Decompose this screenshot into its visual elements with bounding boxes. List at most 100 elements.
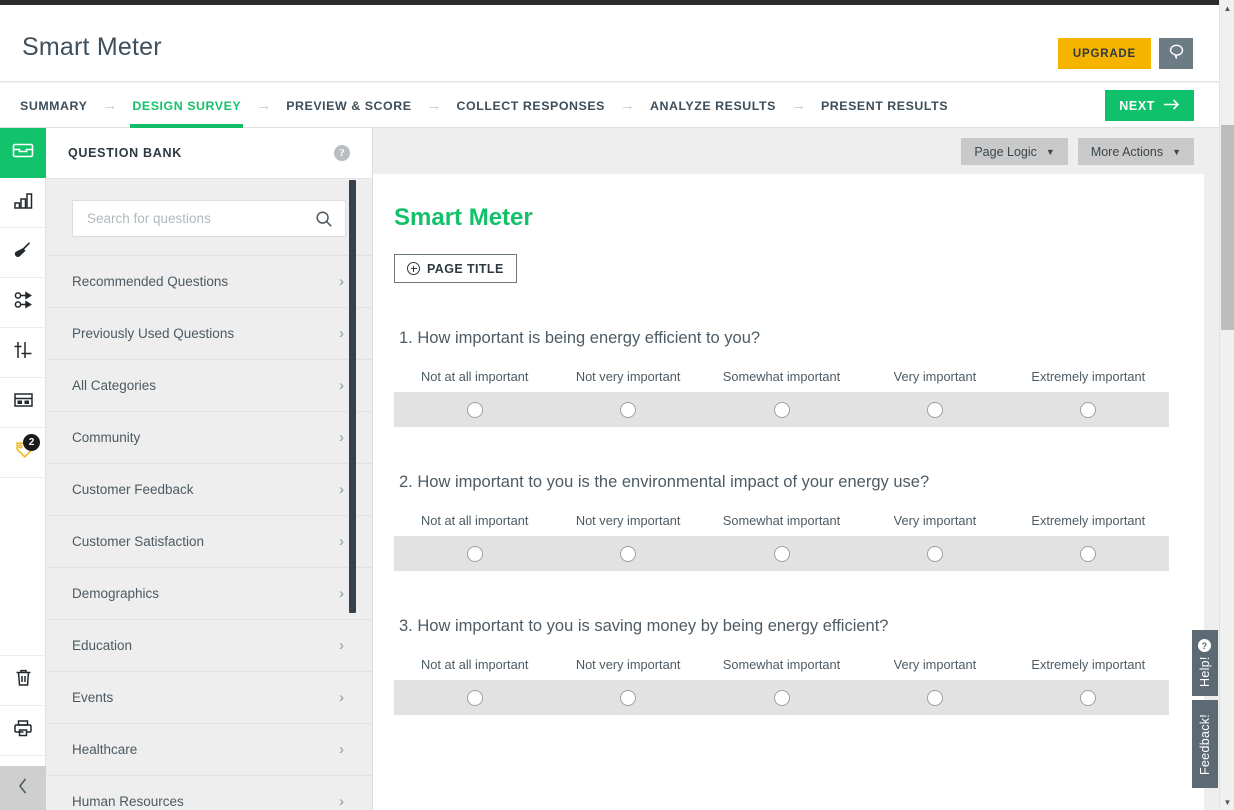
nav-tab-present-results[interactable]: PRESENT RESULTS bbox=[819, 83, 950, 128]
rail-item-logic[interactable] bbox=[0, 278, 46, 328]
category-label: Recommended Questions bbox=[72, 274, 229, 289]
next-button-label: NEXT bbox=[1119, 98, 1155, 113]
category-item-healthcare[interactable]: Healthcare › bbox=[46, 723, 372, 775]
category-item-customer-feedback[interactable]: Customer Feedback › bbox=[46, 463, 372, 515]
nav-tab-analyze-results[interactable]: ANALYZE RESULTS bbox=[648, 83, 778, 128]
search-icon[interactable] bbox=[315, 210, 333, 233]
radio-option[interactable] bbox=[466, 401, 483, 418]
survey-title[interactable]: Smart Meter bbox=[394, 204, 1169, 232]
rail-item-print[interactable] bbox=[0, 706, 46, 756]
question-block-1[interactable]: 1. How important is being energy efficie… bbox=[394, 329, 1169, 427]
scale-cell bbox=[858, 401, 1011, 418]
scale-cell bbox=[551, 401, 704, 418]
category-item-education[interactable]: Education › bbox=[46, 619, 372, 671]
scale-cell bbox=[705, 401, 858, 418]
scale-label: Somewhat important bbox=[722, 513, 841, 528]
radio-option[interactable] bbox=[620, 689, 637, 706]
chat-button[interactable] bbox=[1159, 38, 1193, 69]
rail-item-options[interactable] bbox=[0, 328, 46, 378]
question-body-2: How important to you is the environmenta… bbox=[417, 473, 930, 491]
nav-tab-collect-responses[interactable]: COLLECT RESPONSES bbox=[455, 83, 607, 128]
scale-cell bbox=[858, 689, 1011, 706]
radio-option[interactable] bbox=[620, 401, 637, 418]
chevron-left-icon bbox=[17, 777, 29, 800]
page-scrollbar-thumb[interactable] bbox=[1221, 125, 1234, 330]
chevron-right-icon: › bbox=[339, 637, 344, 654]
rail-item-trash[interactable] bbox=[0, 656, 46, 706]
question-bank-search-wrap bbox=[46, 179, 372, 255]
left-icon-rail: 2 bbox=[0, 128, 46, 810]
header-actions: UPGRADE bbox=[1057, 38, 1193, 69]
rail-item-layout[interactable] bbox=[0, 378, 46, 428]
question-bank-scrollbar-thumb[interactable] bbox=[349, 180, 356, 613]
feedback-tab-label: Feedback! bbox=[1198, 713, 1212, 775]
radio-option[interactable] bbox=[1080, 401, 1097, 418]
category-item-demographics[interactable]: Demographics › bbox=[46, 567, 372, 619]
printer-icon bbox=[13, 719, 33, 743]
category-item-all-categories[interactable]: All Categories › bbox=[46, 359, 372, 411]
tags-badge-count: 2 bbox=[23, 434, 40, 451]
nav-tab-design-survey[interactable]: DESIGN SURVEY bbox=[130, 83, 244, 128]
category-item-customer-satisfaction[interactable]: Customer Satisfaction › bbox=[46, 515, 372, 567]
scale-band-1 bbox=[394, 392, 1169, 427]
radio-option[interactable] bbox=[773, 689, 790, 706]
scale-band-3 bbox=[394, 680, 1169, 715]
rail-item-question-bank[interactable] bbox=[0, 128, 46, 178]
help-question-icon[interactable]: ? bbox=[334, 145, 350, 161]
question-bank-scrollbar[interactable] bbox=[349, 180, 356, 810]
scale-cell bbox=[705, 689, 858, 706]
radio-option[interactable] bbox=[620, 545, 637, 562]
category-item-previously-used-questions[interactable]: Previously Used Questions › bbox=[46, 307, 372, 359]
question-block-3[interactable]: 3. How important to you is saving money … bbox=[394, 617, 1169, 715]
radio-option[interactable] bbox=[466, 689, 483, 706]
next-button[interactable]: NEXT bbox=[1105, 90, 1194, 121]
rail-item-chart[interactable] bbox=[0, 178, 46, 228]
question-bank-panel: QUESTION BANK ? Recommended Questions › bbox=[46, 128, 373, 810]
collapse-sidebar-button[interactable] bbox=[0, 766, 46, 810]
scale-labels-2: Not at all important Not very important … bbox=[394, 513, 1169, 528]
scale-label: Extremely important bbox=[1031, 657, 1146, 672]
page-scrollbar[interactable]: ▲ ▼ bbox=[1219, 0, 1234, 810]
chart-bars-icon bbox=[13, 191, 33, 215]
chevron-right-icon: › bbox=[339, 377, 344, 394]
radio-option[interactable] bbox=[466, 545, 483, 562]
radio-option[interactable] bbox=[1080, 545, 1097, 562]
nav-tab-preview-score[interactable]: PREVIEW & SCORE bbox=[284, 83, 413, 128]
app-header: Smart Meter UPGRADE bbox=[0, 5, 1219, 82]
category-label: Customer Satisfaction bbox=[72, 534, 205, 549]
scale-label: Very important bbox=[893, 513, 977, 528]
question-body-3: How important to you is saving money by … bbox=[417, 617, 889, 635]
category-item-human-resources[interactable]: Human Resources › bbox=[46, 775, 372, 810]
category-item-community[interactable]: Community › bbox=[46, 411, 372, 463]
add-page-title-button[interactable]: PAGE TITLE bbox=[394, 254, 517, 283]
category-label: Events bbox=[72, 690, 114, 705]
search-input[interactable] bbox=[73, 201, 345, 236]
survey-nav-bar: SUMMARY → DESIGN SURVEY → PREVIEW & SCOR… bbox=[0, 83, 1219, 128]
rail-item-theme[interactable] bbox=[0, 228, 46, 278]
search-box[interactable] bbox=[72, 200, 346, 237]
scroll-up-arrow-icon[interactable]: ▲ bbox=[1220, 0, 1234, 16]
scroll-down-arrow-icon[interactable]: ▼ bbox=[1220, 794, 1234, 810]
radio-option[interactable] bbox=[926, 545, 943, 562]
radio-option[interactable] bbox=[773, 401, 790, 418]
page-logic-button[interactable]: Page Logic ▼ bbox=[961, 138, 1068, 165]
radio-option[interactable] bbox=[1080, 689, 1097, 706]
radio-option[interactable] bbox=[773, 545, 790, 562]
more-actions-button[interactable]: More Actions ▼ bbox=[1077, 138, 1194, 165]
rail-item-tags[interactable]: 2 bbox=[0, 428, 46, 478]
page-title: Smart Meter bbox=[22, 33, 162, 61]
category-item-recommended-questions[interactable]: Recommended Questions › bbox=[46, 255, 372, 307]
nav-tab-summary[interactable]: SUMMARY bbox=[18, 83, 89, 128]
question-block-2[interactable]: 2. How important to you is the environme… bbox=[394, 473, 1169, 571]
category-label: Previously Used Questions bbox=[72, 326, 235, 341]
scale-labels-3: Not at all important Not very important … bbox=[394, 657, 1169, 672]
help-tab[interactable]: Help! ? bbox=[1192, 630, 1218, 696]
upgrade-button[interactable]: UPGRADE bbox=[1057, 38, 1151, 69]
question-number-2: 2. bbox=[399, 473, 413, 491]
category-item-events[interactable]: Events › bbox=[46, 671, 372, 723]
radio-option[interactable] bbox=[926, 401, 943, 418]
scale-label: Somewhat important bbox=[722, 657, 841, 672]
radio-option[interactable] bbox=[926, 689, 943, 706]
feedback-tab[interactable]: Feedback! bbox=[1192, 700, 1218, 788]
help-tab-label: Help! bbox=[1198, 656, 1212, 688]
